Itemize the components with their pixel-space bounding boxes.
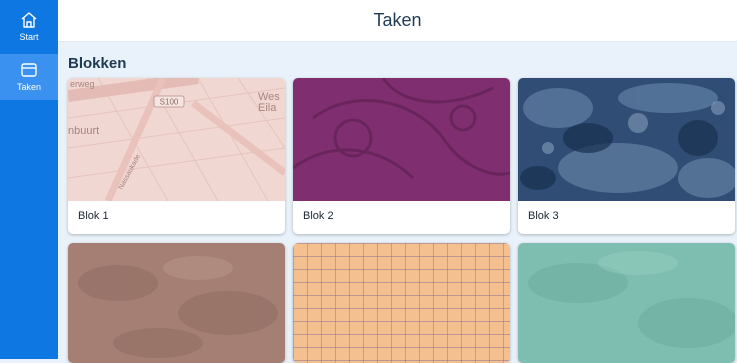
card-blok-4[interactable] <box>68 243 285 363</box>
card-blok-5[interactable] <box>293 243 510 363</box>
card-blok-3[interactable]: Blok 3 <box>518 78 735 234</box>
sidebar-item-start[interactable]: Start <box>0 4 58 50</box>
sidebar-item-label: Start <box>19 32 39 42</box>
satellite-thumbnail <box>518 78 735 201</box>
map-thumbnail: S100 erweg Wes Eila nbuurt Nassaukade <box>68 78 285 201</box>
map-street-label: erweg <box>70 79 95 89</box>
card-label: Blok 2 <box>303 210 334 222</box>
grid-paper-thumbnail <box>293 243 510 363</box>
sidebar-item-label: Taken <box>16 82 42 92</box>
sidebar-item-taken[interactable]: Taken <box>0 54 58 100</box>
card-label: Blok 1 <box>78 210 109 222</box>
map-place-label: Eila <box>258 102 277 114</box>
card-blok-2[interactable]: Blok 2 <box>293 78 510 234</box>
page-title: Taken <box>373 10 422 30</box>
terrain-thumbnail <box>68 243 285 363</box>
page-header: Taken <box>58 0 737 42</box>
map-route-label: S100 <box>160 98 179 107</box>
sidebar: Start Taken <box>0 0 58 359</box>
card-blok-6[interactable] <box>518 243 735 363</box>
section-title: Blokken <box>68 55 127 72</box>
water-thumbnail <box>518 243 735 363</box>
window-icon <box>21 63 37 77</box>
card-blok-1[interactable]: S100 erweg Wes Eila nbuurt Nassaukade Bl… <box>68 78 285 234</box>
map-district-label: nbuurt <box>68 125 99 137</box>
home-icon <box>21 12 37 28</box>
fabric-thumbnail <box>293 78 510 201</box>
card-label: Blok 3 <box>528 210 559 222</box>
